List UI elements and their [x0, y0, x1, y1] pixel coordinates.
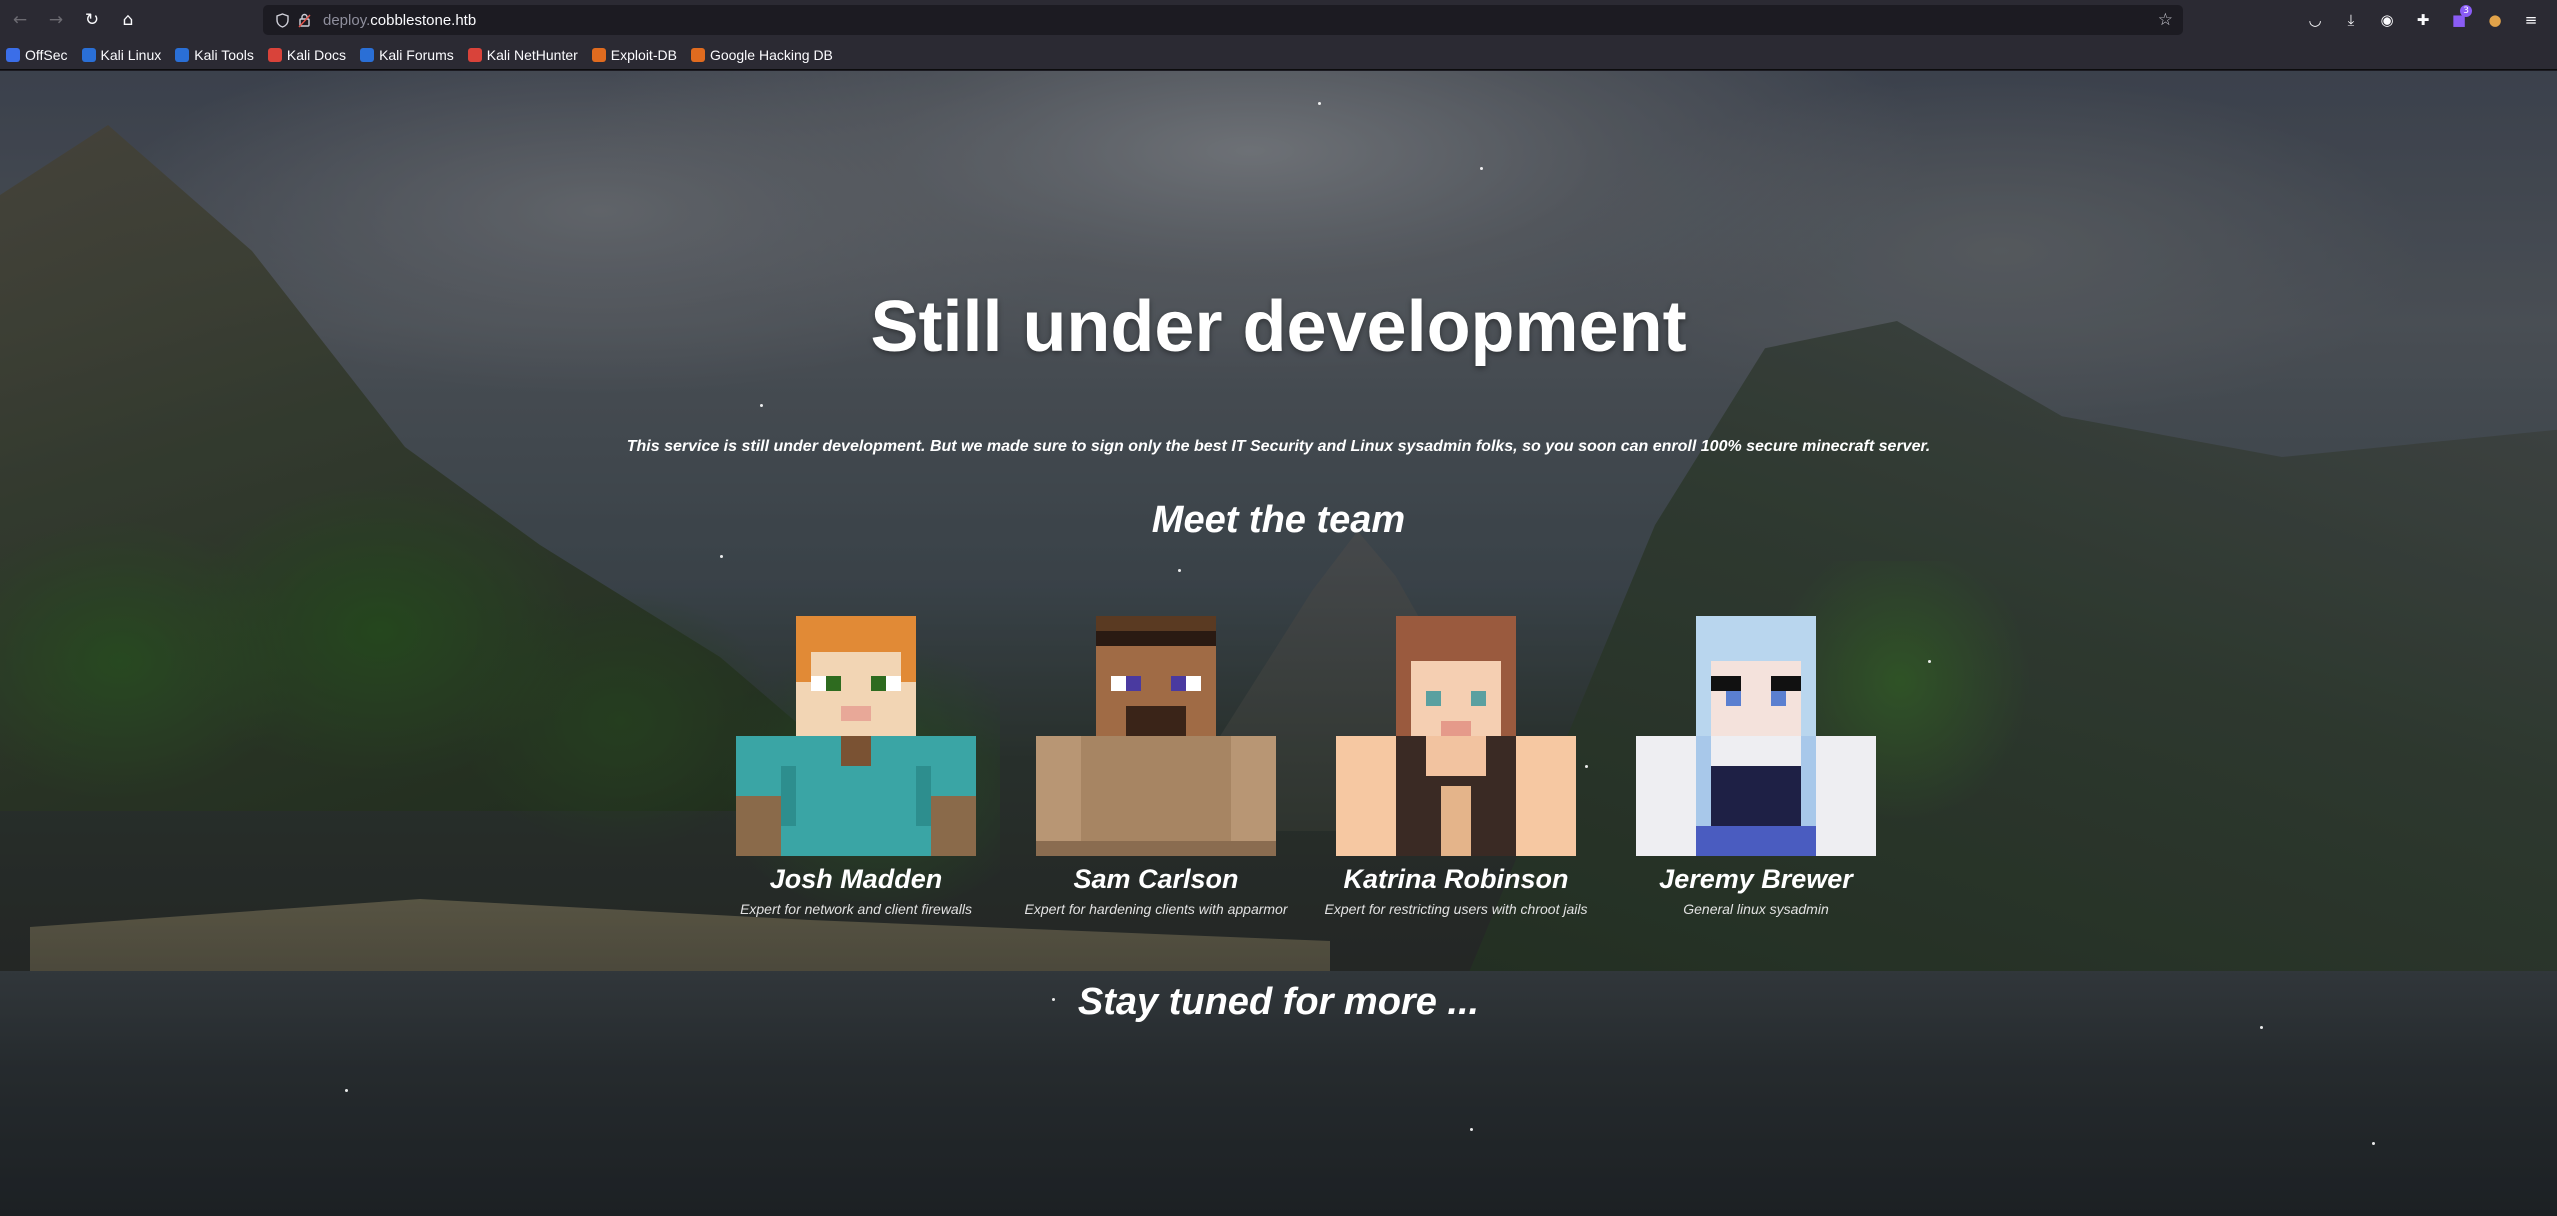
member-role: Expert for network and client firewalls — [740, 901, 972, 917]
bookmark-label: Google Hacking DB — [709, 46, 833, 63]
download-icon: ⤓ — [2347, 11, 2355, 29]
member-name: Josh Madden — [769, 864, 943, 894]
particle — [1178, 569, 1181, 572]
downloads-button[interactable]: ⤓ — [2333, 2, 2369, 38]
team-member-card: Jeremy Brewer General linux sysadmin — [1606, 616, 1906, 917]
bookmark-kali-tools[interactable]: Kali Tools — [175, 47, 254, 63]
avatar-head — [796, 616, 916, 736]
avatar-body — [736, 736, 976, 856]
avatar-body — [1036, 736, 1276, 856]
arrow-left-icon: ← — [12, 10, 28, 30]
kali-linux-icon — [81, 47, 96, 62]
bookmark-label: OffSec — [25, 46, 68, 63]
extension-badge: 3 — [2460, 5, 2472, 17]
bookmark-offsec[interactable]: OffSec — [6, 47, 68, 63]
member-role: Expert for restricting users with chroot… — [1324, 901, 1588, 917]
kali-forums-icon — [360, 47, 375, 62]
back-button[interactable]: ← — [2, 2, 38, 38]
url-bar[interactable]: deploy.cobblestone.htb ☆ — [263, 5, 2183, 35]
bookmark-label: Exploit-DB — [610, 46, 677, 63]
particle — [760, 404, 763, 407]
forward-button[interactable]: → — [38, 2, 74, 38]
team-grid: Josh Madden Expert for network and clien… — [706, 616, 1876, 996]
page-subtitle: This service is still under development.… — [626, 438, 1931, 455]
member-role: Expert for hardening clients with apparm… — [1024, 901, 1288, 917]
particle — [1480, 167, 1483, 170]
bookmark-kali-docs[interactable]: Kali Docs — [267, 46, 347, 63]
bookmark-label: Kali Forums — [379, 46, 454, 63]
menu-button[interactable]: ≡ — [2513, 2, 2549, 38]
kali-docs-icon — [267, 47, 282, 62]
bookmark-label: Kali NetHunter — [486, 46, 578, 63]
page-content: Still under development This service is … — [0, 71, 2557, 1216]
extension-button[interactable]: ■ 3 — [2441, 2, 2477, 38]
home-button[interactable]: ⌂ — [110, 2, 146, 38]
avatar-body — [1336, 736, 1576, 856]
kali-nethunter-icon — [467, 47, 482, 62]
reload-icon: ↻ — [84, 10, 100, 30]
team-member-card: Josh Madden Expert for network and clien… — [706, 616, 1006, 917]
account-icon: ◉ — [2380, 11, 2394, 29]
pocket-icon: ◡ — [2308, 11, 2322, 29]
exploit-db-icon — [591, 47, 606, 62]
team-member-card: Sam Carlson Expert for hardening clients… — [1006, 616, 1306, 917]
particle — [2260, 1026, 2263, 1029]
particle — [2372, 1142, 2375, 1145]
extensions-button[interactable]: ✚ — [2405, 2, 2441, 38]
home-icon: ⌂ — [122, 10, 134, 30]
bookmark-kali-forums[interactable]: Kali Forums — [360, 47, 454, 63]
browser-toolbar: ← → ↻ ⌂ deploy.cobblestone.htb ☆ ◡ ⤓ ◉ ✚… — [0, 0, 2557, 40]
arrow-right-icon: → — [48, 10, 64, 30]
particle — [720, 555, 723, 558]
bookmark-exploit-db[interactable]: Exploit-DB — [591, 46, 677, 63]
bookmark-label: Kali Docs — [286, 46, 347, 63]
avatar — [736, 616, 976, 856]
team-heading: Meet the team — [1151, 499, 1406, 541]
puzzle-icon: ✚ — [2416, 11, 2430, 29]
team-member-card: Katrina Robinson Expert for restricting … — [1306, 616, 1606, 917]
bookmark-star-icon[interactable]: ☆ — [2158, 10, 2173, 30]
avatar-head — [1696, 616, 1816, 736]
member-name: Katrina Robinson — [1343, 864, 1569, 894]
hamburger-menu-icon: ≡ — [2524, 11, 2538, 29]
page-title: Still under development — [870, 287, 1687, 367]
cookie-icon: ● — [2488, 11, 2502, 29]
bookmarks-bar: OffSec Kali Linux Kali Tools Kali Docs K… — [0, 40, 2557, 70]
pocket-button[interactable]: ◡ — [2297, 2, 2333, 38]
particle — [1318, 102, 1321, 105]
particle — [1928, 660, 1931, 663]
member-name: Jeremy Brewer — [1659, 864, 1853, 894]
bookmark-label: Kali Tools — [194, 46, 254, 63]
particle — [1470, 1128, 1473, 1131]
url-prefix: deploy. — [323, 11, 371, 29]
particle — [345, 1089, 348, 1092]
member-name: Sam Carlson — [1073, 864, 1239, 894]
bookmark-label: Kali Linux — [100, 46, 162, 63]
offsec-icon — [6, 47, 20, 62]
lock-icon[interactable] — [295, 11, 313, 29]
bookmark-kali-nethunter[interactable]: Kali NetHunter — [467, 46, 578, 63]
avatar-head — [1396, 616, 1516, 736]
avatar-body — [1636, 736, 1876, 856]
avatar — [1336, 616, 1576, 856]
toolbar-right-icons: ◡ ⤓ ◉ ✚ ■ 3 ● ≡ — [2297, 0, 2549, 40]
bookmark-google-hacking-db[interactable]: Google Hacking DB — [690, 46, 833, 63]
kali-tools-icon — [175, 47, 190, 62]
url-domain: cobblestone.htb — [370, 11, 477, 29]
account-button[interactable]: ◉ — [2369, 2, 2405, 38]
member-role: General linux sysadmin — [1683, 901, 1829, 917]
footer-text: Stay tuned for more ... — [1077, 981, 1480, 1023]
shield-icon[interactable] — [273, 11, 291, 29]
google-hacking-db-icon — [690, 47, 705, 62]
avatar — [1636, 616, 1876, 856]
bookmark-kali-linux[interactable]: Kali Linux — [81, 46, 162, 63]
reload-button[interactable]: ↻ — [74, 2, 110, 38]
url-text[interactable]: deploy.cobblestone.htb — [323, 12, 476, 29]
avatar — [1036, 616, 1276, 856]
avatar-head — [1096, 616, 1216, 736]
cookie-extension-button[interactable]: ● — [2477, 2, 2513, 38]
